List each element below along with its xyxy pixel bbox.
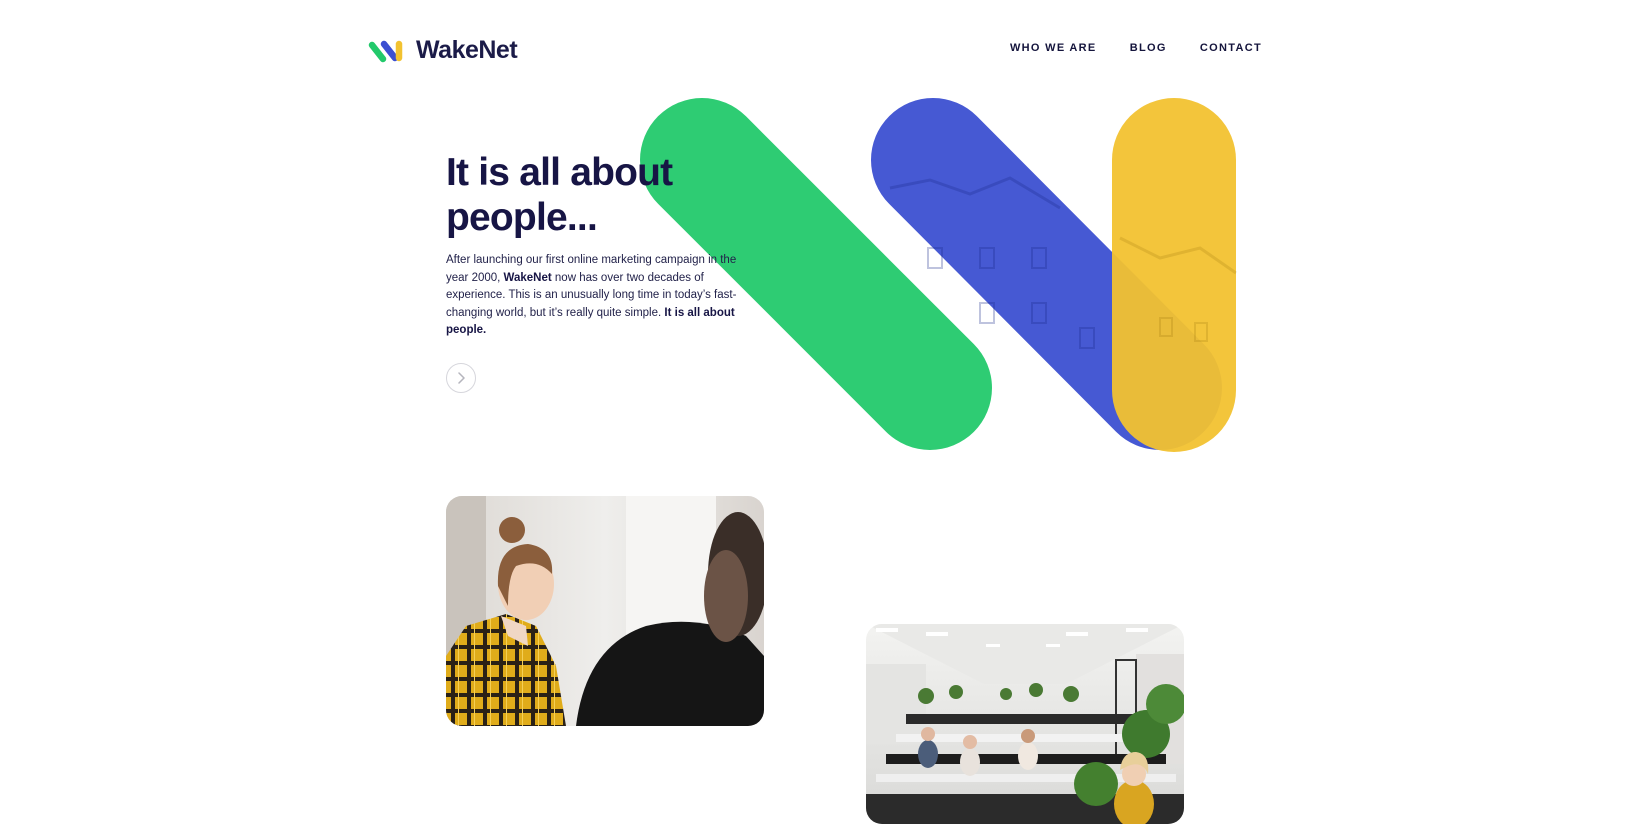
yellow-stripe [1112, 98, 1237, 452]
wakenet-logo[interactable]: WakeNet [368, 36, 518, 65]
hero-description-brand: WakeNet [503, 271, 552, 284]
hero-title-line-2: people... [446, 196, 598, 239]
team-photo-woman-talking [446, 496, 764, 726]
next-button[interactable] [446, 363, 476, 393]
hero-description: After launching our first online marketi… [446, 252, 746, 340]
main-nav: WHO WE ARE BLOG CONTACT [1010, 42, 1262, 54]
chevron-right-icon [458, 372, 465, 384]
nav-link-contact[interactable]: CONTACT [1200, 42, 1262, 54]
office-photo [866, 624, 1184, 824]
hero-title: It is all about people... [446, 150, 746, 240]
brand-name: WakeNet [416, 36, 518, 64]
hero-text: It is all about people... After launching… [446, 150, 746, 340]
nav-link-blog[interactable]: BLOG [1130, 42, 1167, 54]
nav-link-who-we-are[interactable]: WHO WE ARE [1010, 42, 1097, 54]
hero-title-line-1: It is all about [446, 151, 673, 194]
logo-mark-icon [368, 40, 403, 62]
